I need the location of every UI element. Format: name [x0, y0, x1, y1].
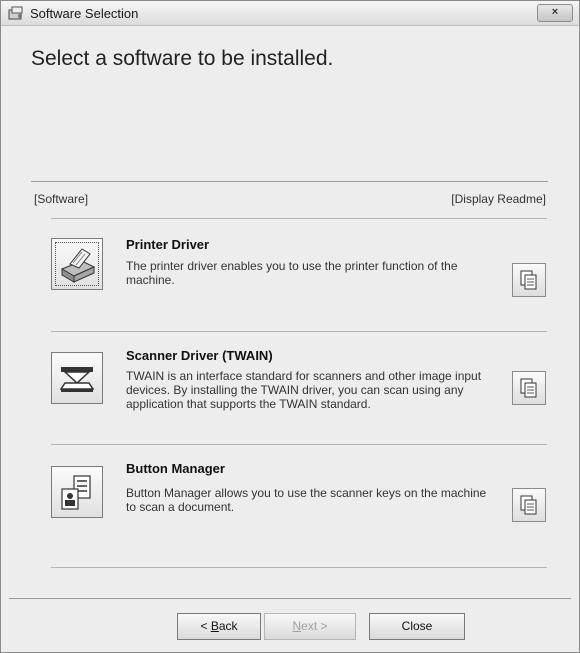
item-title: Printer Driver — [126, 237, 210, 252]
back-label-prefix: < — [200, 619, 211, 633]
next-accesskey: N — [292, 619, 302, 633]
divider — [51, 331, 547, 332]
item-title: Button Manager — [126, 461, 225, 476]
next-label-rest: ext > — [301, 619, 328, 633]
title-bar: Software Selection × — [1, 1, 579, 26]
dialog-content — [8, 26, 572, 644]
readme-column-label: [Display Readme] — [451, 192, 546, 206]
back-accesskey: B — [210, 619, 219, 633]
readme-icon — [520, 495, 537, 515]
button-manager-button[interactable] — [51, 466, 103, 518]
back-button[interactable]: < Back — [177, 613, 261, 640]
readme-icon — [520, 270, 537, 290]
divider — [51, 444, 547, 445]
back-label-rest: ack — [218, 619, 238, 633]
scanner-driver-button[interactable] — [51, 352, 103, 404]
page-heading: Select a software to be installed. — [31, 47, 334, 70]
item-description: Button Manager allows you to use the sca… — [126, 486, 487, 514]
scanner-icon — [59, 367, 95, 392]
window-title: Software Selection — [30, 6, 139, 21]
item-description: The printer driver enables you to use th… — [126, 259, 458, 287]
window-close-button[interactable]: × — [537, 4, 573, 22]
app-icon — [8, 6, 23, 20]
divider — [51, 567, 547, 568]
printer-driver-readme-button[interactable] — [512, 263, 546, 297]
divider — [51, 218, 547, 219]
printer-icon — [60, 248, 96, 283]
software-column-label: [Software] — [34, 192, 89, 206]
divider — [31, 181, 548, 182]
footer-divider — [9, 598, 571, 599]
next-button[interactable]: Next > — [264, 613, 356, 640]
readme-icon — [520, 378, 537, 398]
item-description: TWAIN is an interface standard for scann… — [126, 369, 482, 411]
scanner-driver-readme-button[interactable] — [512, 371, 546, 405]
software-selection-window: Software Selection × Select a software t… — [0, 0, 580, 653]
item-title: Scanner Driver (TWAIN) — [126, 348, 273, 363]
button-manager-icon — [61, 475, 91, 510]
button-manager-readme-button[interactable] — [512, 488, 546, 522]
close-button[interactable]: Close — [369, 613, 465, 640]
printer-driver-button[interactable] — [51, 238, 103, 290]
